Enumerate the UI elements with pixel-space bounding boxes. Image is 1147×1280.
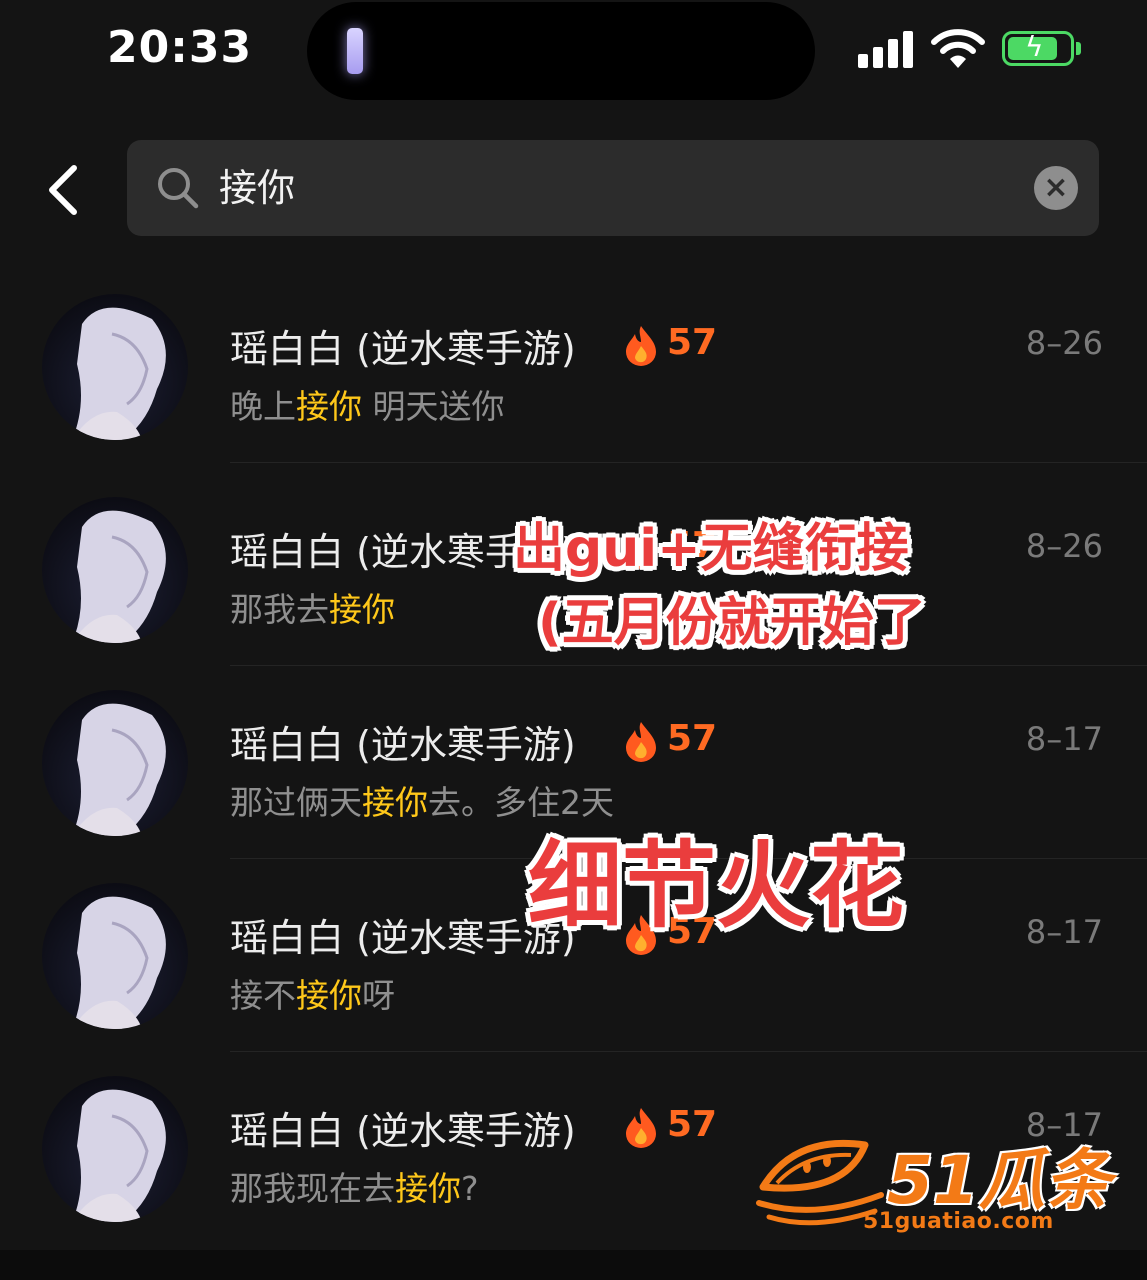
streak-count: 57 bbox=[667, 718, 718, 759]
match-highlight: 接你 bbox=[296, 976, 362, 1015]
contact-name: 瑶白白 (逆水寒手游) bbox=[230, 327, 576, 371]
fire-icon bbox=[626, 722, 656, 762]
contact-name: 瑶白白 (逆水寒手游) bbox=[230, 1109, 576, 1153]
match-highlight: 接你 bbox=[296, 387, 362, 426]
caption-overlay-2: (五月份就开始了 bbox=[538, 593, 926, 653]
wifi-icon bbox=[931, 29, 985, 68]
search-icon bbox=[158, 168, 199, 209]
list-item[interactable]: 瑶白白 (逆水寒手游) 57 8–26 晚上接你 明天送你 bbox=[0, 270, 1147, 463]
caption-overlay-1: 出gui+无缝衔接 bbox=[513, 519, 909, 579]
match-highlight: 接你 bbox=[362, 783, 428, 822]
match-highlight: 接你 bbox=[329, 590, 395, 629]
message-date: 8–26 bbox=[1025, 324, 1103, 362]
flashlight-icon bbox=[347, 28, 363, 74]
message-preview: 晚上接你 明天送你 bbox=[230, 387, 505, 426]
avatar bbox=[42, 497, 188, 643]
contact-name: 瑶白白 (逆水寒手游) bbox=[230, 916, 576, 960]
status-time: 20:33 bbox=[107, 22, 253, 73]
match-highlight: 接你 bbox=[395, 1169, 461, 1208]
message-date: 8–17 bbox=[1025, 913, 1103, 951]
avatar bbox=[42, 690, 188, 836]
bottom-strip bbox=[0, 1250, 1147, 1280]
search-bar[interactable]: × bbox=[127, 140, 1099, 236]
battery-cap bbox=[1076, 42, 1081, 55]
dynamic-island bbox=[307, 2, 815, 100]
battery-icon: ϟ bbox=[1002, 31, 1074, 66]
message-preview: 那我现在去接你? bbox=[230, 1169, 479, 1208]
status-bar: 20:33 ϟ bbox=[0, 0, 1147, 110]
signal-icon bbox=[858, 30, 916, 68]
watermark-logo: 51瓜条 51guatiao.com bbox=[755, 1125, 1115, 1240]
avatar bbox=[42, 883, 188, 1029]
avatar bbox=[42, 1076, 188, 1222]
fire-icon bbox=[626, 326, 656, 366]
contact-name: 瑶白白 (逆水寒手游) bbox=[230, 723, 576, 767]
fire-icon bbox=[626, 1108, 656, 1148]
message-date: 8–17 bbox=[1025, 720, 1103, 758]
message-date: 8–26 bbox=[1025, 527, 1103, 565]
back-chevron-icon[interactable] bbox=[40, 160, 90, 220]
watermark-url: 51guatiao.com bbox=[863, 1209, 1054, 1234]
avatar bbox=[42, 294, 188, 440]
caption-overlay-3: 细节火花 bbox=[528, 832, 905, 941]
message-preview: 接不接你呀 bbox=[230, 976, 395, 1015]
clear-icon[interactable]: × bbox=[1034, 166, 1078, 210]
streak-count: 57 bbox=[667, 322, 718, 363]
streak-count: 57 bbox=[667, 1104, 718, 1145]
search-input[interactable] bbox=[219, 160, 999, 216]
divider bbox=[230, 462, 1147, 463]
message-preview: 那我去接你 bbox=[230, 590, 395, 629]
